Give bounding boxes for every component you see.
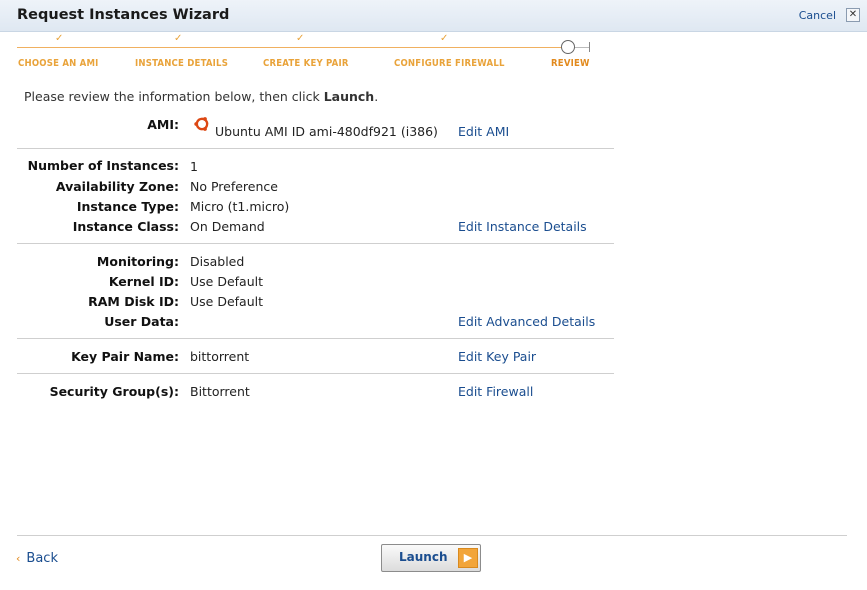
kernel-id-label: Kernel ID:: [108, 274, 179, 289]
instance-type-value: Micro (t1.micro): [190, 199, 290, 214]
wizard-title: Request Instances Wizard: [17, 7, 230, 23]
wizard-titlebar: Request Instances Wizard Cancel ✕: [0, 0, 867, 32]
launch-button[interactable]: Launch ▶: [381, 544, 481, 572]
progress-line-complete: [17, 47, 562, 48]
edit-key-pair-link[interactable]: Edit Key Pair: [458, 349, 536, 364]
progress-line-pending: [574, 47, 590, 48]
step-check-icon: ✓: [55, 33, 64, 44]
ubuntu-logo-icon: [194, 116, 210, 132]
step-instance-details: INSTANCE DETAILS: [135, 58, 229, 69]
intro-text-bold: Launch: [323, 89, 375, 104]
instance-class-label: Instance Class:: [72, 219, 179, 234]
back-button[interactable]: ‹ Back: [16, 551, 58, 566]
intro-text: Please review the information below, the…: [24, 89, 378, 104]
section-divider: [17, 148, 614, 149]
monitoring-value: Disabled: [190, 254, 245, 269]
key-pair-name-value: bittorrent: [190, 349, 250, 364]
intro-text-after: .: [374, 89, 379, 104]
step-check-icon: ✓: [440, 33, 449, 44]
section-divider: [17, 243, 614, 244]
number-of-instances-label: Number of Instances:: [27, 158, 179, 173]
step-check-icon: ✓: [296, 33, 305, 44]
edit-advanced-details-link[interactable]: Edit Advanced Details: [458, 314, 595, 329]
intro-text-before: Please review the information below, the…: [24, 89, 324, 104]
instance-class-value: On Demand: [190, 219, 265, 234]
section-divider: [17, 338, 614, 339]
ram-disk-id-label: RAM Disk ID:: [88, 294, 179, 309]
security-groups-label: Security Group(s):: [49, 384, 179, 399]
monitoring-label: Monitoring:: [96, 254, 179, 269]
availability-zone-value: No Preference: [190, 179, 278, 194]
step-configure-firewall: CONFIGURE FIREWALL: [394, 58, 505, 69]
kernel-id-value: Use Default: [190, 274, 263, 289]
chevron-left-icon: ‹: [16, 552, 21, 565]
arrow-right-icon: ▶: [458, 548, 478, 568]
security-groups-value: Bittorrent: [190, 384, 250, 399]
ram-disk-id-value: Use Default: [190, 294, 263, 309]
current-step-marker-icon: [561, 40, 575, 54]
step-choose-ami: CHOOSE AN AMI: [18, 58, 99, 69]
user-data-label: User Data:: [104, 314, 179, 329]
back-label: Back: [26, 551, 58, 566]
progress-end-tick: [589, 42, 590, 52]
close-icon[interactable]: ✕: [846, 8, 860, 22]
step-create-key-pair: CREATE KEY PAIR: [263, 58, 349, 69]
launch-label: Launch: [399, 550, 448, 564]
ami-label: AMI:: [147, 117, 179, 132]
edit-ami-link[interactable]: Edit AMI: [458, 124, 509, 139]
number-of-instances-value: 1: [190, 159, 198, 174]
availability-zone-label: Availability Zone:: [55, 179, 179, 194]
cancel-link[interactable]: Cancel: [799, 9, 836, 22]
instance-type-label: Instance Type:: [76, 199, 179, 214]
step-review: REVIEW: [551, 58, 590, 69]
key-pair-name-label: Key Pair Name:: [71, 349, 179, 364]
edit-instance-details-link[interactable]: Edit Instance Details: [458, 219, 587, 234]
footer-divider: [17, 535, 847, 536]
edit-firewall-link[interactable]: Edit Firewall: [458, 384, 533, 399]
ami-value: Ubuntu AMI ID ami-480df921 (i386): [215, 124, 438, 139]
section-divider: [17, 373, 614, 374]
step-check-icon: ✓: [174, 33, 183, 44]
